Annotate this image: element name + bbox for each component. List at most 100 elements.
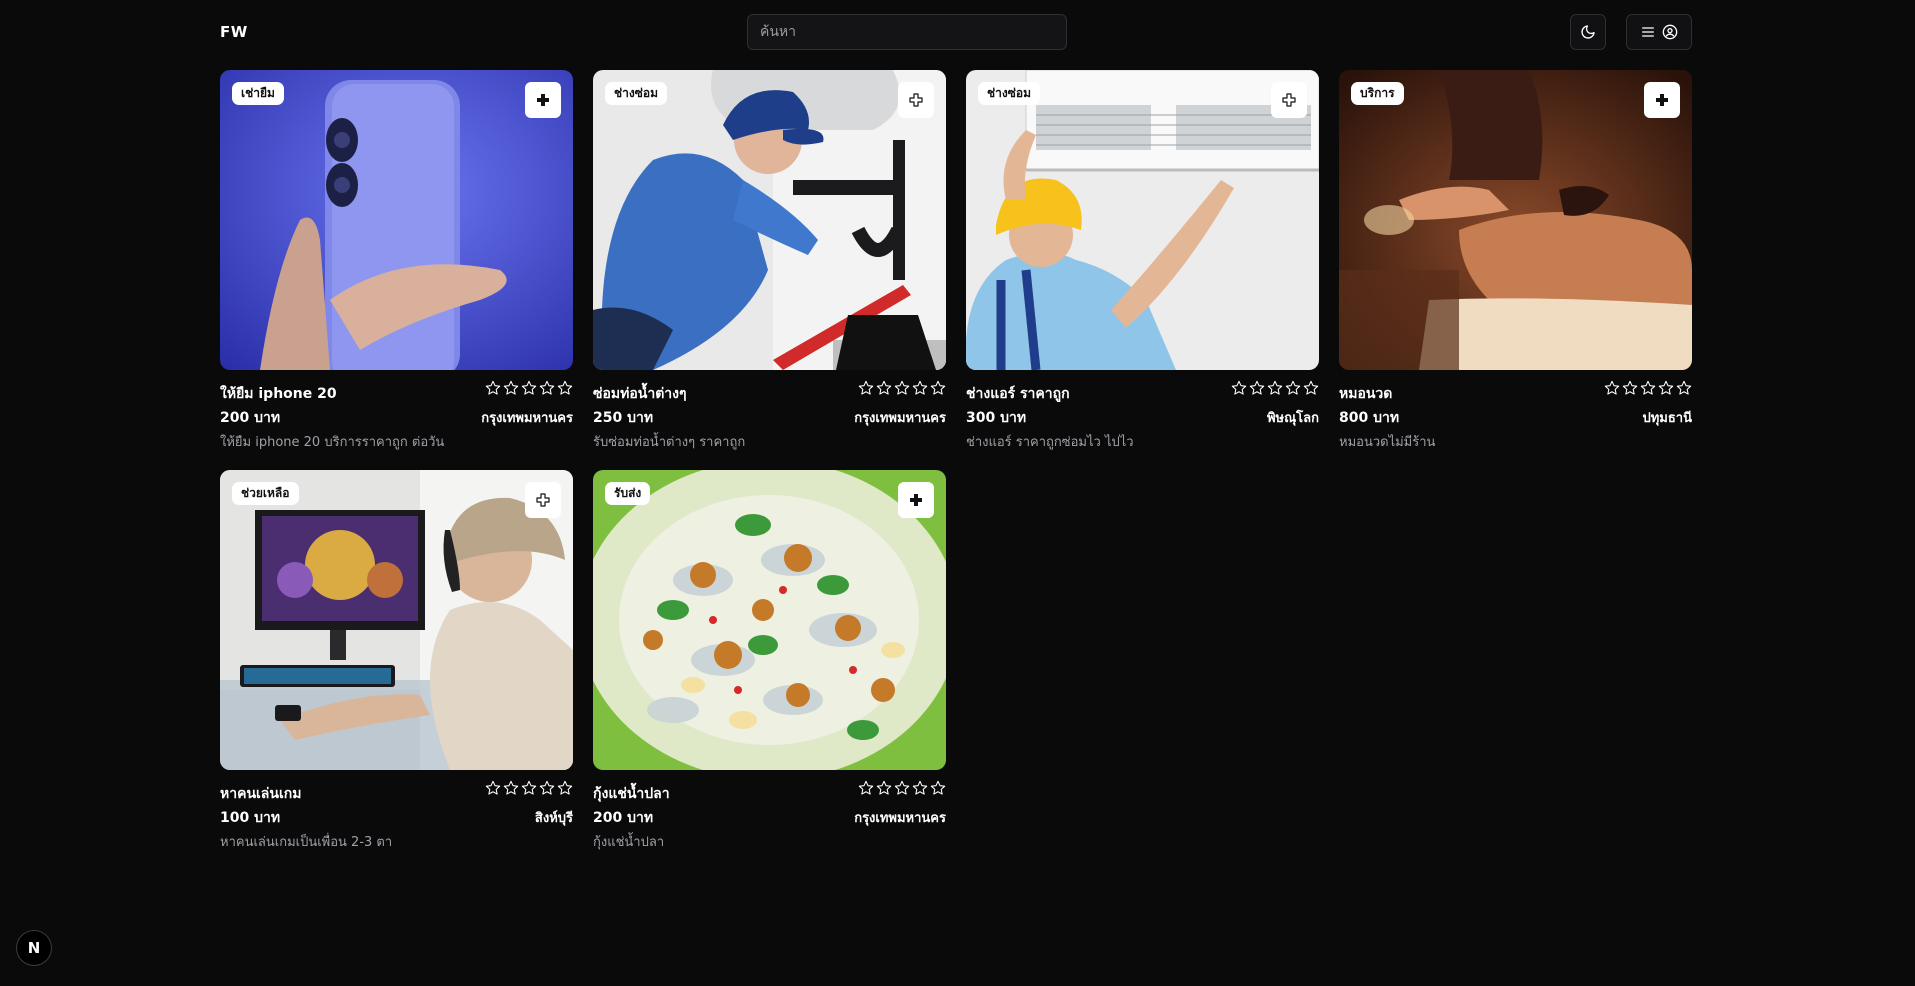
- star-icon: [1622, 380, 1638, 395]
- star-icon: [1285, 380, 1301, 395]
- listing-price: 100 บาท: [220, 810, 281, 826]
- star-icon: [876, 380, 892, 395]
- star-icon: [1676, 380, 1692, 395]
- listing-image[interactable]: เช่ายืม: [220, 70, 573, 370]
- rating-stars: [485, 780, 573, 796]
- plus-outline-icon: [536, 493, 550, 507]
- listing-price: 250 บาท: [593, 410, 654, 426]
- listing-image[interactable]: ช่วยเหลือ: [220, 470, 573, 770]
- add-button[interactable]: [525, 82, 561, 118]
- listing-price: 800 บาท: [1339, 410, 1400, 426]
- star-icon: [503, 380, 519, 395]
- category-badge: บริการ: [1351, 82, 1404, 105]
- listing-location: กรุงเทพมหานคร: [854, 811, 946, 826]
- listing-description: ช่างแอร์ ราคาถูกซ่อมไว ไปไว: [966, 435, 1134, 450]
- listing-title[interactable]: ให้ยืม iphone 20: [220, 383, 337, 405]
- star-icon: [858, 380, 874, 395]
- listing-price: 200 บาท: [593, 810, 654, 826]
- star-icon: [930, 780, 946, 795]
- star-icon: [1249, 380, 1265, 395]
- add-button[interactable]: [1644, 82, 1680, 118]
- header: FW: [220, 14, 1692, 50]
- category-badge: เช่ายืม: [232, 82, 284, 105]
- star-icon: [1303, 380, 1319, 395]
- listing-card[interactable]: ช่างซ่อม ซ่อมท่อน้ำต่างๆ 250 บาท กรุงเทพ…: [593, 70, 946, 455]
- listing-image[interactable]: ช่างซ่อม: [966, 70, 1319, 370]
- listing-description: ให้ยืม iphone 20 บริการราคาถูก ต่อวัน: [220, 435, 445, 450]
- star-icon: [557, 780, 573, 795]
- star-icon: [1640, 380, 1656, 395]
- listing-card[interactable]: รับส่ง กุ้งแช่น้ำปลา 200 บาท กรุงเทพมหาน…: [593, 470, 946, 855]
- user-circle-icon: [1662, 24, 1678, 40]
- listing-image[interactable]: รับส่ง: [593, 470, 946, 770]
- plus-icon: [537, 94, 549, 106]
- listing-price: 200 บาท: [220, 410, 281, 426]
- star-icon: [894, 780, 910, 795]
- listing-location: ปทุมธานี: [1642, 411, 1692, 426]
- plus-outline-icon: [1282, 93, 1296, 107]
- star-icon: [521, 380, 537, 395]
- listing-description: รับซ่อมท่อน้ำต่างๆ ราคาถูก: [593, 435, 746, 450]
- listing-location: สิงห์บุรี: [534, 811, 573, 826]
- add-button[interactable]: [525, 482, 561, 518]
- star-icon: [503, 780, 519, 795]
- listing-location: กรุงเทพมหานคร: [481, 411, 573, 426]
- rating-stars: [485, 380, 573, 396]
- listing-location: พิษณุโลก: [1266, 411, 1319, 426]
- star-icon: [1267, 380, 1283, 395]
- listing-card[interactable]: ช่วยเหลือ หาคนเล่นเกม 100 บาท สิงห์บุรี …: [220, 470, 573, 855]
- star-icon: [485, 380, 501, 395]
- logo[interactable]: FW: [220, 23, 248, 41]
- listing-description: หมอนวดไม่มีร้าน: [1339, 435, 1436, 450]
- listing-card[interactable]: บริการ หมอนวด 800 บาท ปทุมธานี หมอนวดไม่…: [1339, 70, 1692, 455]
- category-badge: ช่างซ่อม: [605, 82, 668, 105]
- star-icon: [912, 780, 928, 795]
- add-button[interactable]: [1271, 82, 1307, 118]
- star-icon: [930, 380, 946, 395]
- star-icon: [876, 780, 892, 795]
- listing-card[interactable]: ช่างซ่อม ช่างแอร์ ราคาถูก 300 บาท พิษณุโ…: [966, 70, 1319, 455]
- star-icon: [557, 380, 573, 395]
- moon-icon: [1581, 25, 1595, 39]
- plus-icon: [910, 494, 922, 506]
- user-menu-button[interactable]: [1626, 14, 1692, 50]
- listing-card[interactable]: เช่ายืม ให้ยืม iphone 20 200 บาท กรุงเทพ…: [220, 70, 573, 455]
- listing-location: กรุงเทพมหานคร: [854, 411, 946, 426]
- star-icon: [1231, 380, 1247, 395]
- listing-image[interactable]: บริการ: [1339, 70, 1692, 370]
- listing-description: กุ้งแช่น้ำปลา: [593, 835, 665, 850]
- listing-title[interactable]: กุ้งแช่น้ำปลา: [593, 783, 670, 805]
- theme-toggle-button[interactable]: [1570, 14, 1606, 50]
- listing-image[interactable]: ช่างซ่อม: [593, 70, 946, 370]
- dev-indicator-button[interactable]: N: [16, 930, 52, 966]
- search-input[interactable]: [747, 14, 1067, 50]
- star-icon: [539, 380, 555, 395]
- star-icon: [912, 380, 928, 395]
- listing-title[interactable]: ซ่อมท่อน้ำต่างๆ: [593, 383, 687, 405]
- listing-description: หาคนเล่นเกมเป็นเพื่อน 2-3 ตา: [220, 835, 393, 850]
- add-button[interactable]: [898, 482, 934, 518]
- add-button[interactable]: [898, 82, 934, 118]
- rating-stars: [1231, 380, 1319, 396]
- category-badge: ช่างซ่อม: [978, 82, 1041, 105]
- star-icon: [1604, 380, 1620, 395]
- listing-price: 300 บาท: [966, 410, 1027, 426]
- star-icon: [858, 780, 874, 795]
- star-icon: [521, 780, 537, 795]
- category-badge: รับส่ง: [605, 482, 651, 505]
- star-icon: [1658, 380, 1674, 395]
- category-badge: ช่วยเหลือ: [232, 482, 299, 505]
- listing-title[interactable]: หาคนเล่นเกม: [220, 783, 301, 805]
- listing-title[interactable]: ช่างแอร์ ราคาถูก: [966, 383, 1070, 405]
- rating-stars: [858, 380, 946, 396]
- plus-outline-icon: [909, 93, 923, 107]
- rating-stars: [1604, 380, 1692, 396]
- plus-icon: [1656, 94, 1668, 106]
- star-icon: [539, 780, 555, 795]
- dev-indicator-label: N: [27, 939, 41, 957]
- star-icon: [894, 380, 910, 395]
- hamburger-icon: [1642, 27, 1654, 37]
- star-icon: [485, 780, 501, 795]
- listing-title[interactable]: หมอนวด: [1339, 383, 1392, 405]
- rating-stars: [858, 780, 946, 796]
